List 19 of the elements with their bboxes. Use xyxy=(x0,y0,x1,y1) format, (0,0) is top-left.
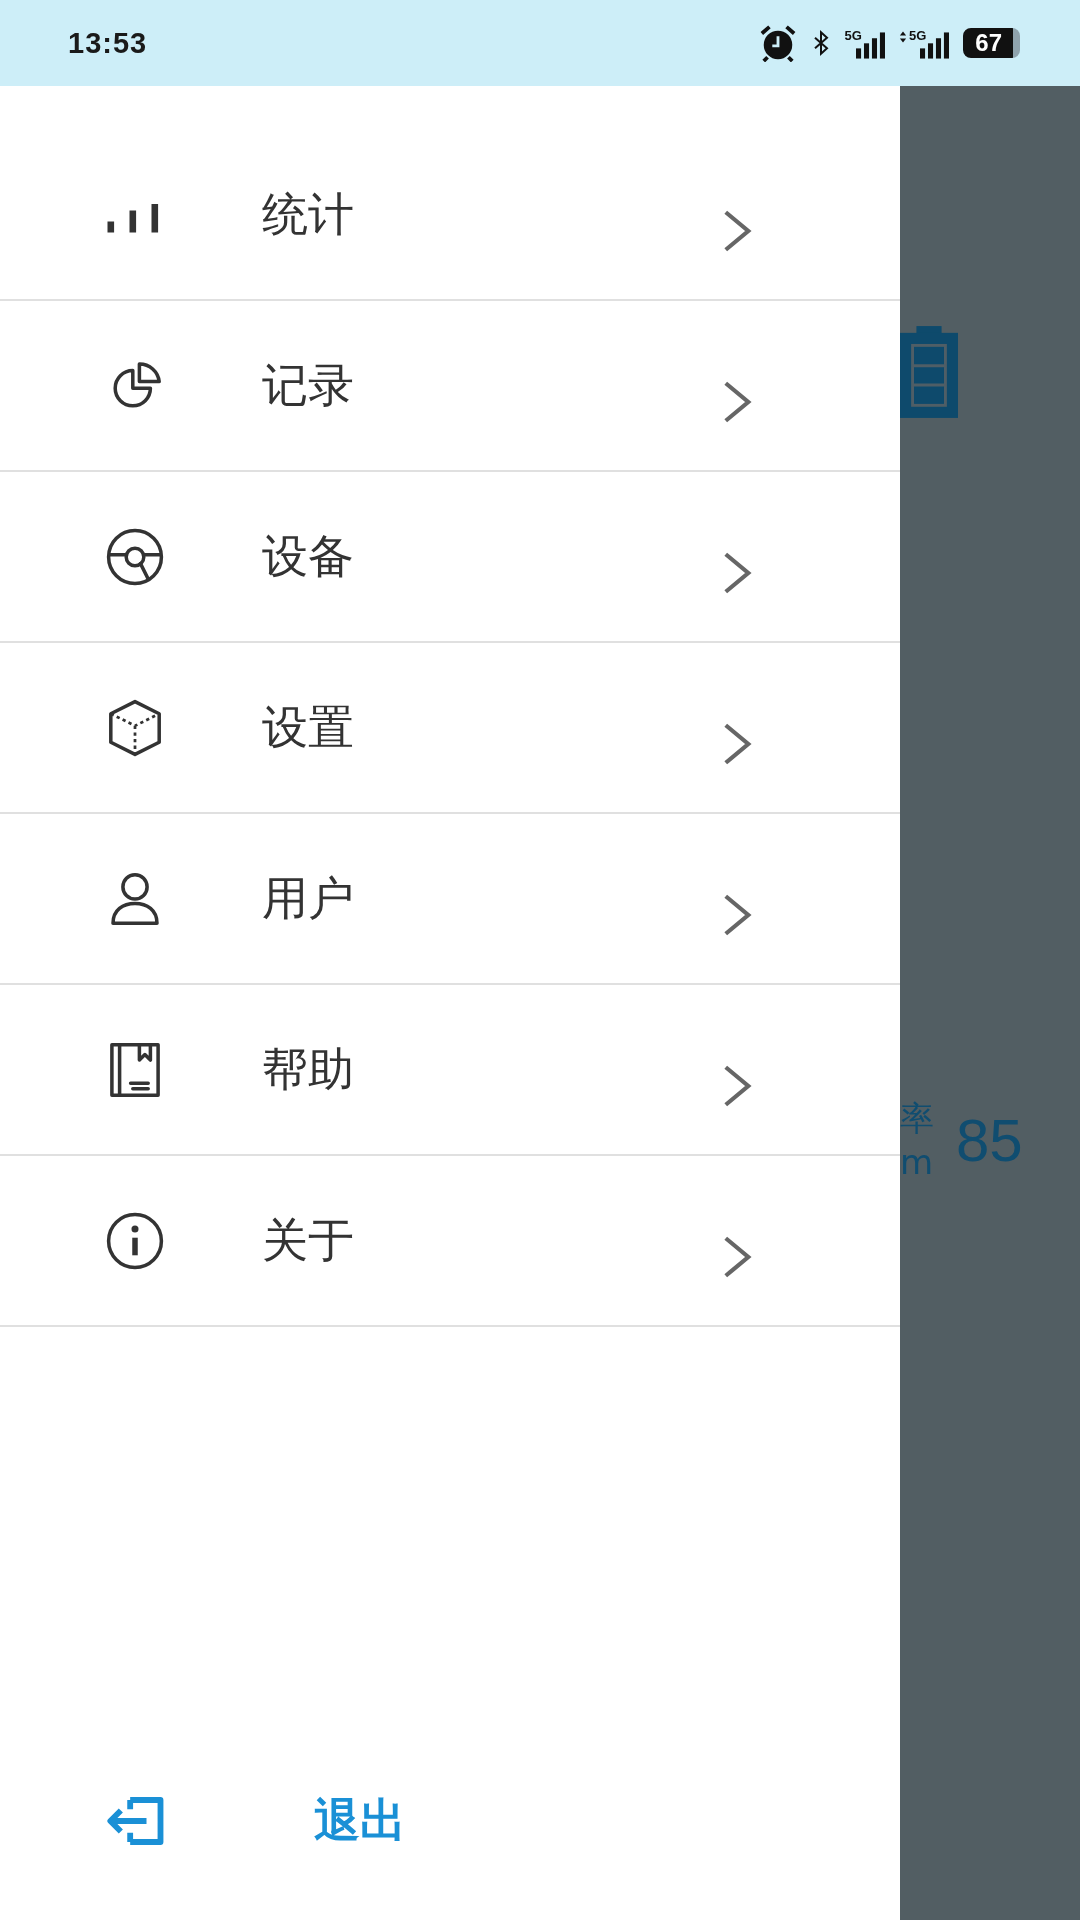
background-label: 率 xyxy=(900,1097,934,1140)
menu-label: 记录 xyxy=(262,356,355,414)
data-arrows-icon xyxy=(898,29,907,44)
status-time: 13:53 xyxy=(68,26,148,60)
background-unit: m xyxy=(900,1141,934,1184)
network-type: 5G xyxy=(844,27,862,43)
menu-label: 设备 xyxy=(262,527,355,585)
menu-label: 设置 xyxy=(262,698,355,756)
menu-item[interactable]: 设备 xyxy=(0,472,900,643)
alarm-icon xyxy=(758,24,797,62)
menu-label: 统计 xyxy=(262,185,355,243)
logout-button[interactable]: 退出 xyxy=(104,1790,406,1852)
network-type: 5G xyxy=(908,27,927,43)
background-value: 85 xyxy=(956,1105,1023,1175)
menu-label: 关于 xyxy=(262,1211,355,1269)
battery-indicator: 67 xyxy=(963,28,1020,58)
menu-label: 帮助 xyxy=(262,1040,355,1098)
menu-item[interactable]: 帮助 xyxy=(0,985,900,1156)
menu-label: 用户 xyxy=(262,869,355,927)
